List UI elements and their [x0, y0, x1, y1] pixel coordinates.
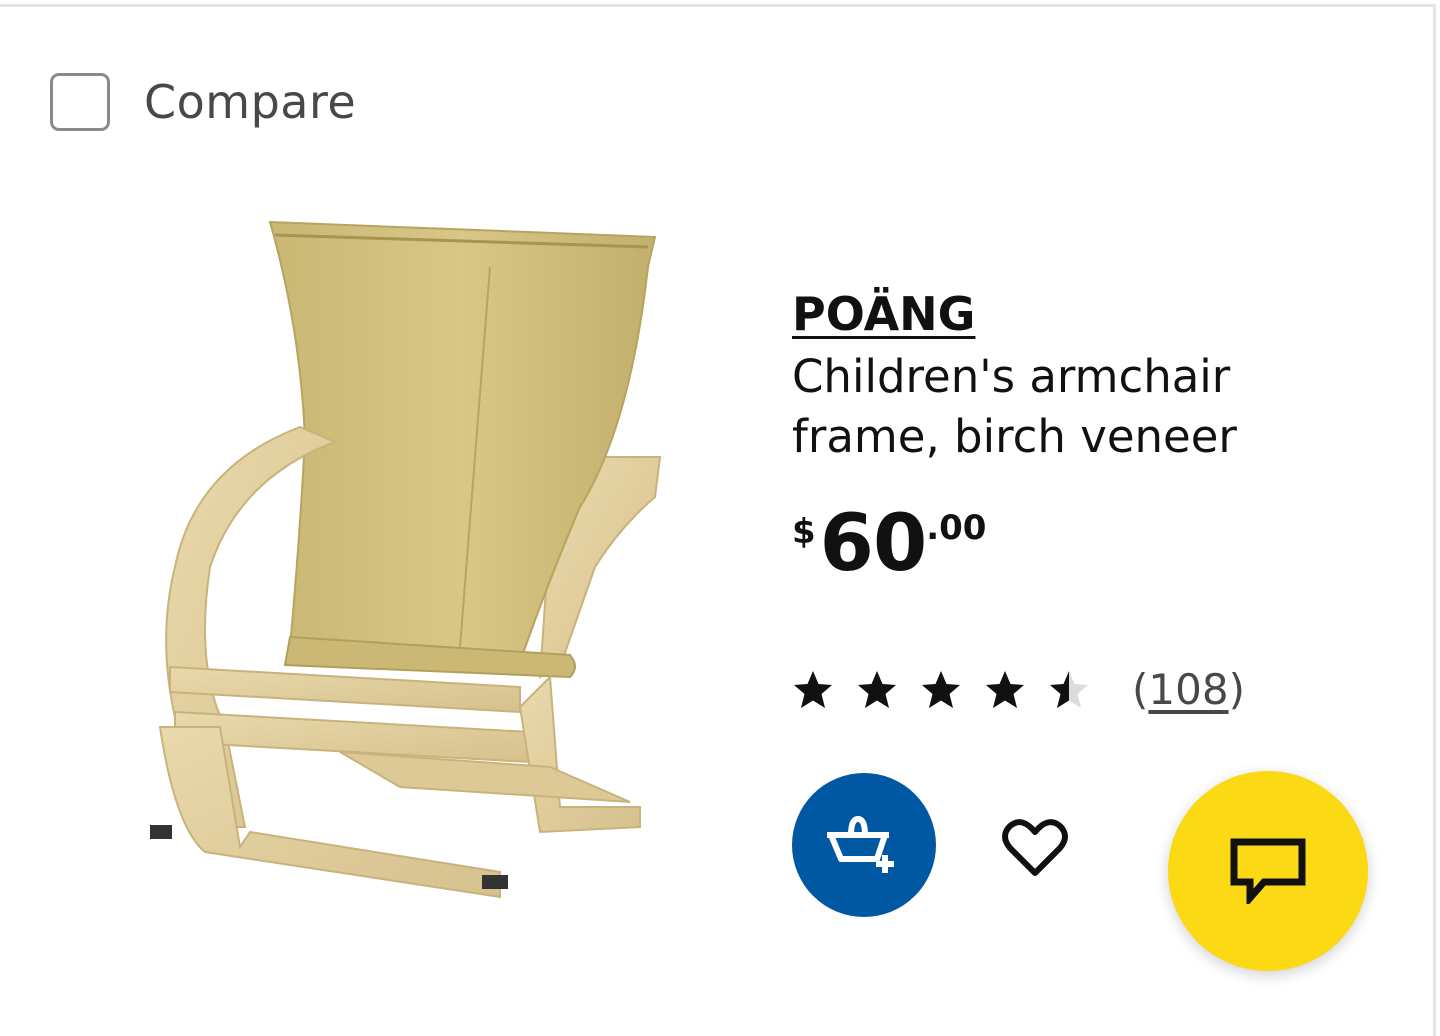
add-to-cart-button[interactable]	[792, 773, 936, 917]
star-icon	[1050, 670, 1088, 708]
product-name[interactable]: POÄNG	[792, 287, 975, 341]
chat-button[interactable]	[1168, 771, 1368, 971]
star-icon	[986, 670, 1024, 708]
review-count-number[interactable]: 108	[1148, 665, 1228, 714]
compare-toggle[interactable]: Compare	[50, 73, 356, 131]
star-icon	[858, 670, 896, 708]
product-image[interactable]	[100, 207, 760, 907]
star-icon	[922, 670, 960, 708]
product-info: POÄNG Children's armchair frame, birch v…	[792, 287, 1312, 583]
compare-checkbox[interactable]	[50, 73, 110, 131]
rating[interactable]: (108)	[792, 665, 1245, 714]
compare-label: Compare	[144, 75, 357, 129]
product-card: Compare POÄNG Children's armchair frame,…	[0, 4, 1436, 1036]
price-currency: $	[792, 512, 816, 552]
star-icon	[794, 670, 832, 708]
review-count[interactable]: (108)	[1132, 665, 1245, 714]
heart-outline-icon	[1002, 819, 1068, 876]
rating-stars	[792, 669, 1090, 711]
product-price: $ 60 .00	[792, 505, 1312, 583]
speech-bubble-icon	[1230, 838, 1306, 904]
price-decimal: .00	[926, 508, 987, 548]
product-description-line-2: frame, birch veneer	[792, 410, 1237, 463]
price-integer: 60	[819, 499, 928, 589]
product-description-line-1: Children's armchair	[792, 350, 1231, 403]
basket-plus-icon	[827, 815, 894, 873]
favourite-button[interactable]	[995, 813, 1075, 883]
product-description: Children's armchair frame, birch veneer	[792, 347, 1312, 467]
